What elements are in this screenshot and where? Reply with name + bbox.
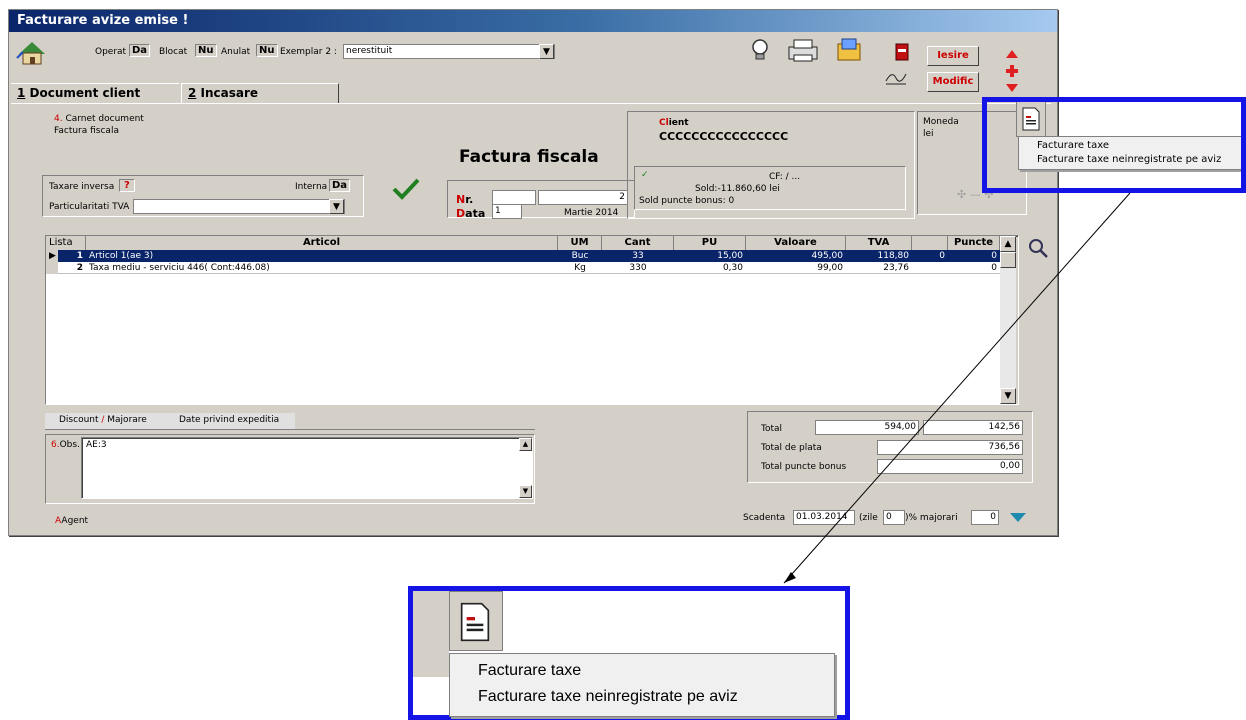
zoom-popup-menu: Facturare taxe Facturare taxe neinregist… (449, 653, 835, 717)
zoom-document-button[interactable] (449, 591, 503, 651)
zoom-callout: Facturare taxe Facturare taxe neinregist… (408, 586, 850, 720)
zoom-menu-item-facturare-taxe[interactable]: Facturare taxe (478, 662, 581, 680)
document-icon (458, 602, 492, 642)
zoom-menu-item-facturare-taxe-neinregistrate[interactable]: Facturare taxe neinregistrate pe aviz (478, 688, 738, 706)
zoom-panel-left (413, 591, 449, 677)
